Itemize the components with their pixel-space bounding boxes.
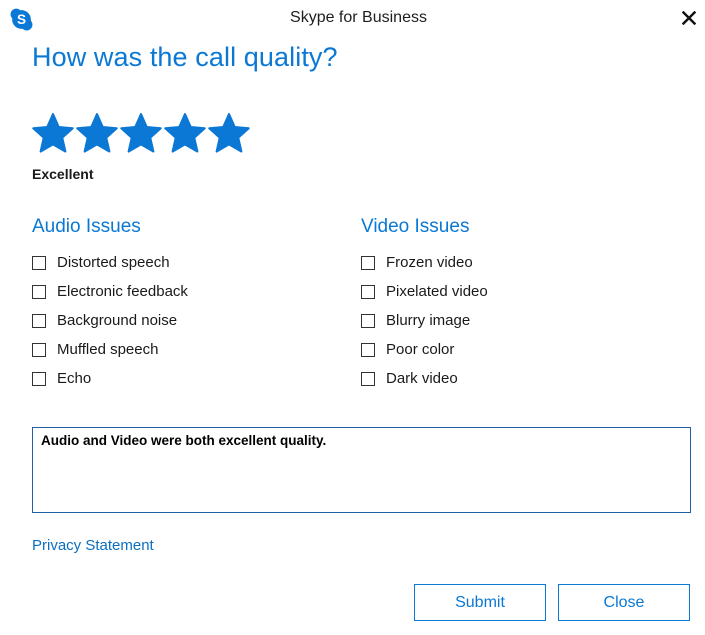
star-icon[interactable]	[207, 112, 251, 156]
video-issue-option[interactable]: Dark video	[361, 364, 488, 393]
checkbox[interactable]	[361, 284, 375, 299]
checkbox[interactable]	[32, 255, 46, 270]
rating-label: Excellent	[32, 166, 94, 182]
privacy-statement-link[interactable]: Privacy Statement	[32, 537, 154, 554]
audio-issue-option[interactable]: Echo	[32, 364, 188, 393]
checkbox-label: Blurry image	[386, 312, 471, 329]
close-button[interactable]: Close	[558, 584, 690, 621]
video-issue-option[interactable]: Pixelated video	[361, 277, 488, 306]
checkbox-label: Distorted speech	[57, 254, 170, 271]
checkbox[interactable]	[32, 313, 46, 328]
video-issue-option[interactable]: Blurry image	[361, 306, 488, 335]
star-icon[interactable]	[119, 112, 163, 156]
checkbox-label: Dark video	[386, 370, 458, 387]
star-rating[interactable]	[31, 112, 251, 156]
audio-issues-title: Audio Issues	[32, 216, 141, 237]
checkbox-label: Frozen video	[386, 254, 473, 271]
checkbox-label: Poor color	[386, 341, 455, 358]
checkbox-label: Pixelated video	[386, 283, 488, 300]
submit-button[interactable]: Submit	[414, 584, 546, 621]
window-title: Skype for Business	[290, 9, 427, 26]
checkbox[interactable]	[361, 255, 375, 270]
comment-textarea[interactable]	[32, 427, 691, 513]
video-issues-list: Frozen video Pixelated video Blurry image P…	[361, 248, 488, 393]
video-issue-option[interactable]: Poor color	[361, 335, 488, 364]
checkbox[interactable]	[32, 371, 46, 386]
audio-issue-option[interactable]: Background noise	[32, 306, 188, 335]
checkbox-label: Muffled speech	[57, 341, 159, 358]
audio-issue-option[interactable]: Electronic feedback	[32, 277, 188, 306]
checkbox[interactable]	[361, 313, 375, 328]
star-icon[interactable]	[163, 112, 207, 156]
checkbox[interactable]	[32, 342, 46, 357]
audio-issues-list: Distorted speech Electronic feedback Backg…	[32, 248, 188, 393]
video-issue-option[interactable]: Frozen video	[361, 248, 488, 277]
star-icon[interactable]	[75, 112, 119, 156]
star-icon[interactable]	[31, 112, 75, 156]
feedback-dialog: S Skype for Business How was the call qu…	[0, 0, 705, 635]
video-issues-title: Video Issues	[361, 216, 470, 237]
checkbox-label: Background noise	[57, 312, 178, 329]
audio-issue-option[interactable]: Distorted speech	[32, 248, 188, 277]
checkbox[interactable]	[361, 342, 375, 357]
checkbox-label: Echo	[57, 370, 92, 387]
close-x-glyph	[682, 11, 696, 25]
checkbox-label: Electronic feedback	[57, 283, 188, 300]
checkbox[interactable]	[32, 284, 46, 299]
audio-issue-option[interactable]: Muffled speech	[32, 335, 188, 364]
close-icon[interactable]	[676, 5, 702, 31]
page-title: How was the call quality?	[32, 42, 338, 72]
checkbox[interactable]	[361, 371, 375, 386]
